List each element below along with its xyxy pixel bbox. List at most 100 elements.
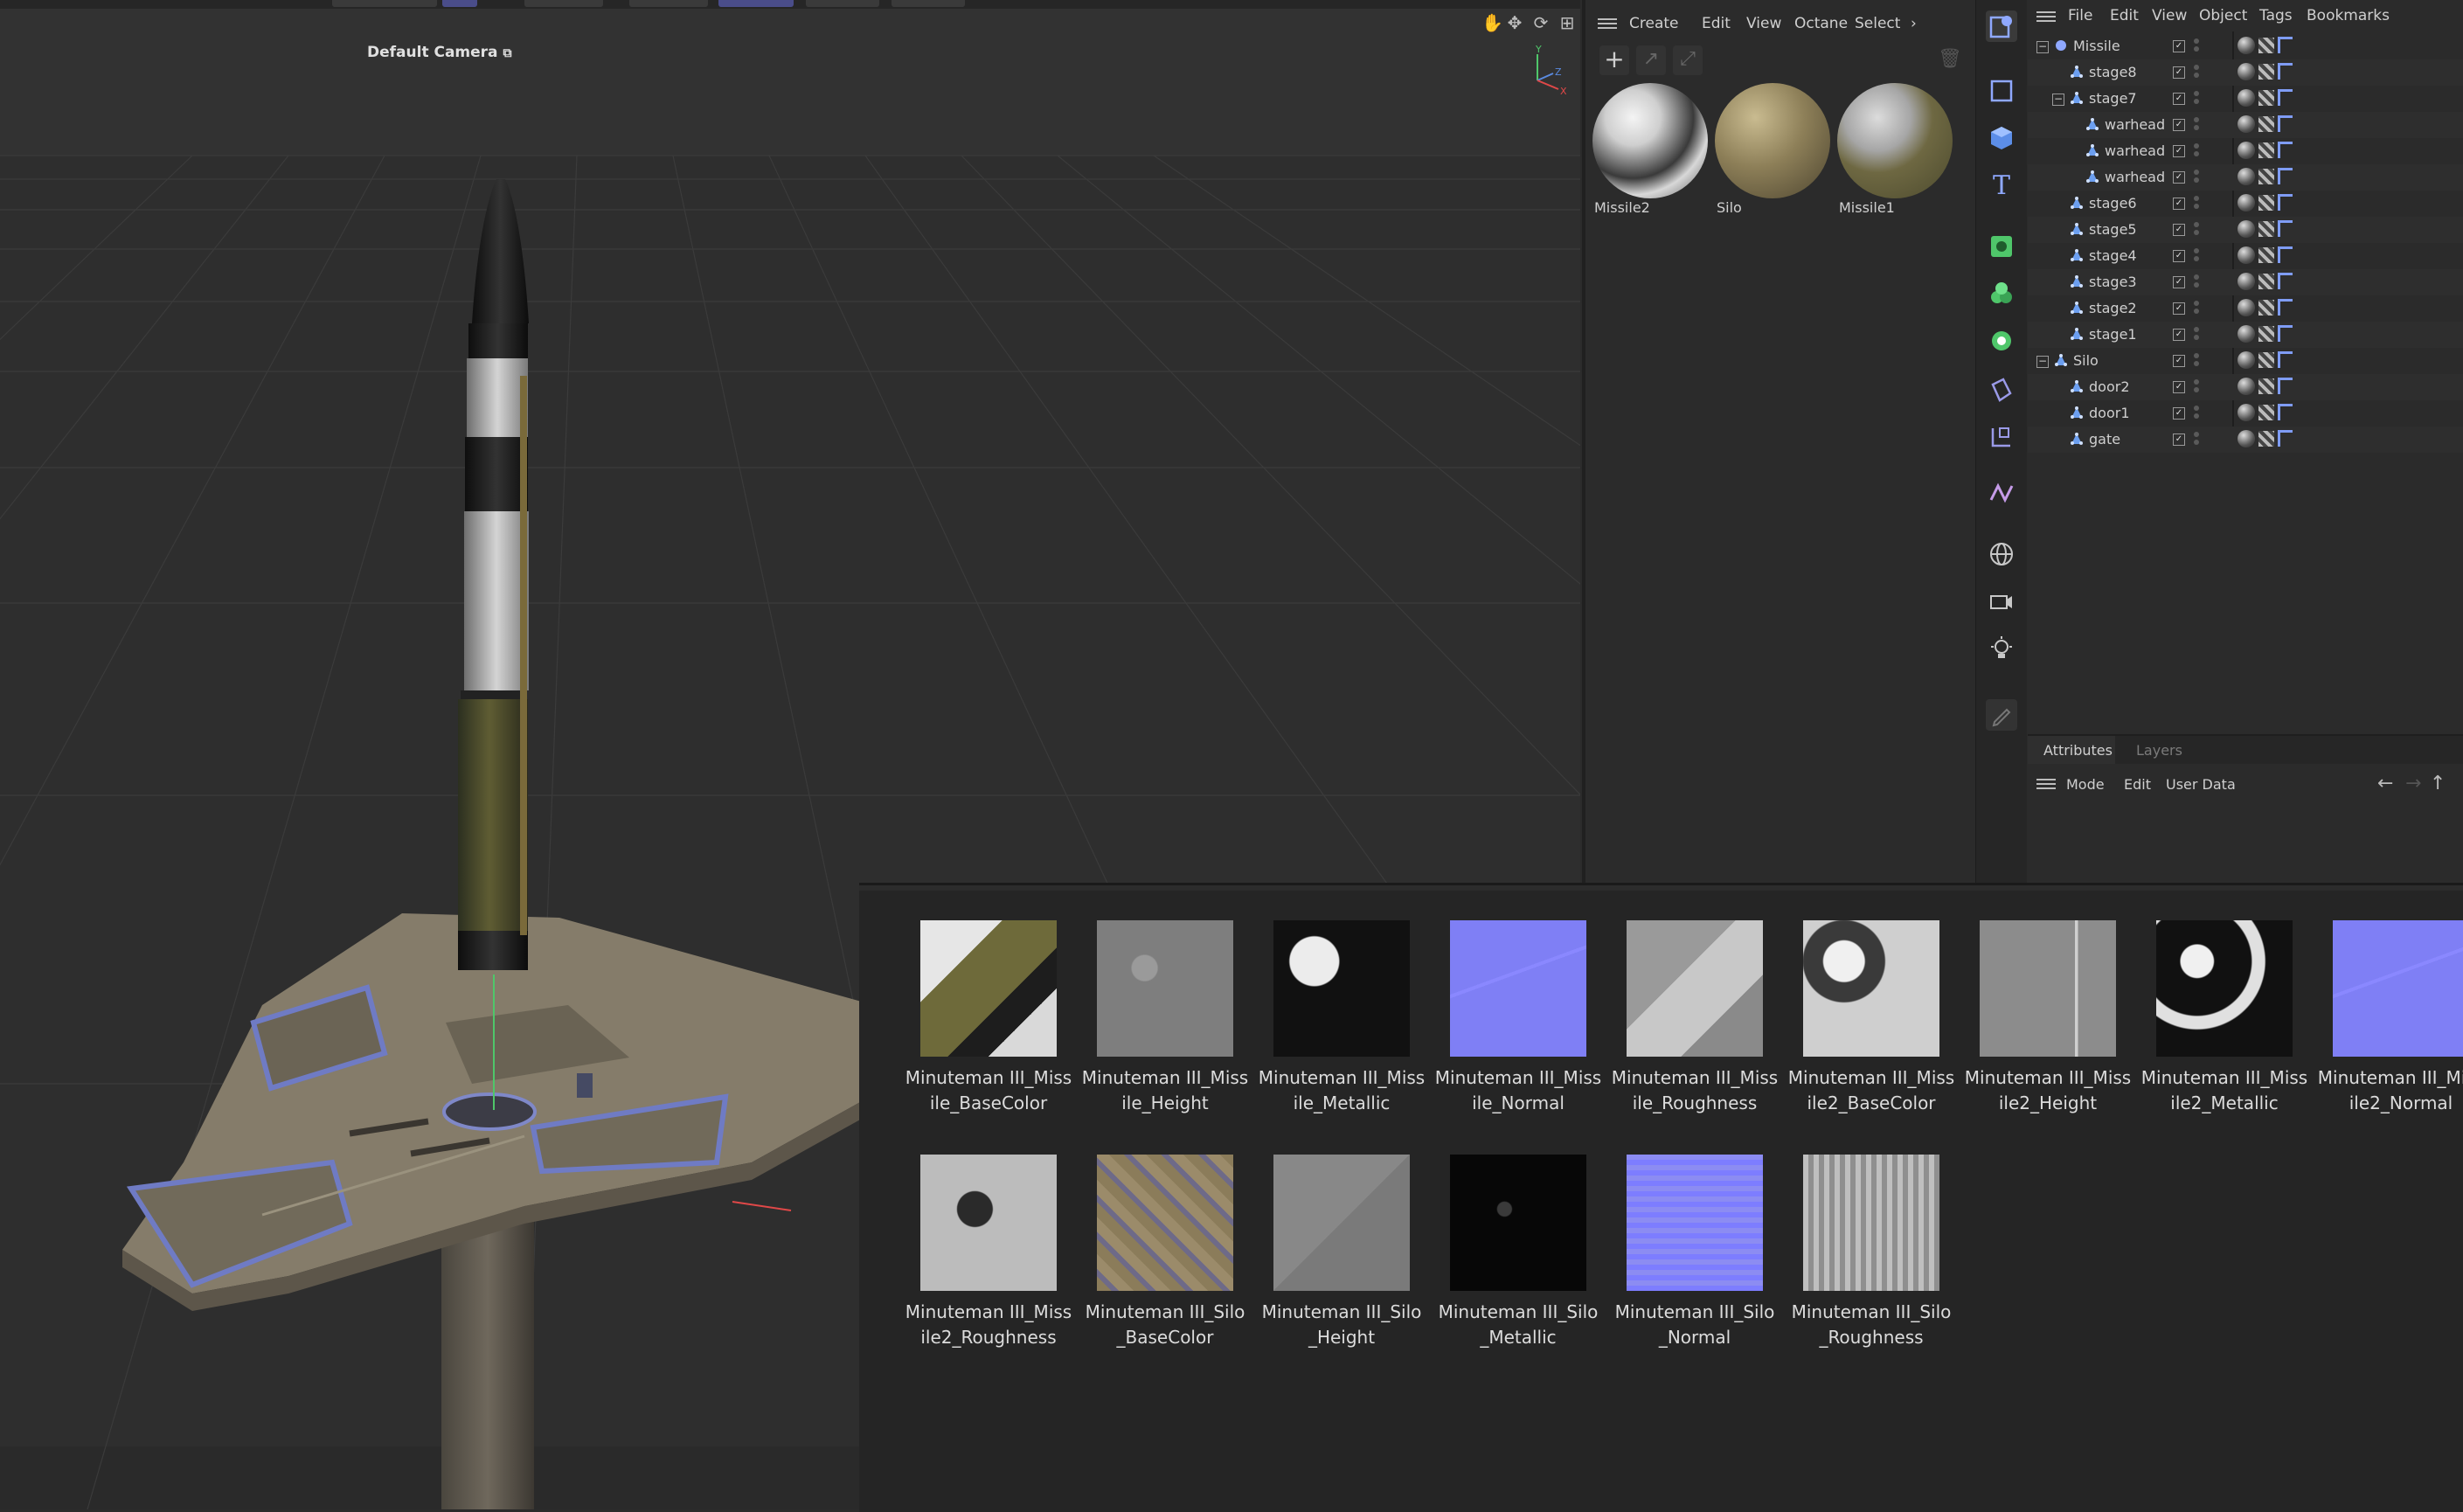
uvw-tag-icon[interactable] [2258, 115, 2274, 132]
material-tag-icon[interactable] [2238, 62, 2255, 80]
visibility-dots-icon[interactable] [2194, 248, 2199, 264]
menu-select[interactable]: Select [1855, 15, 1900, 32]
uvw-tag-icon[interactable] [2258, 299, 2274, 316]
texture-thumbnail[interactable] [2333, 920, 2463, 1057]
phong-tag-icon[interactable] [2278, 115, 2293, 132]
object-row[interactable]: stage3 ✓ [2028, 269, 2463, 295]
toolbar-button-active[interactable] [718, 0, 794, 7]
camera-label[interactable]: Default Camera ⧉ [367, 44, 511, 61]
effector-gear-icon[interactable] [1986, 325, 2017, 357]
layer-check-icon[interactable]: ✓ [2173, 355, 2185, 367]
texture-item[interactable]: Minuteman III_Missile_Metallic [1254, 920, 1429, 1116]
layer-check-icon[interactable]: ✓ [2173, 145, 2185, 157]
material-tag-icon[interactable] [2238, 219, 2255, 238]
menu-bookmarks[interactable]: Bookmarks [2307, 7, 2390, 24]
tag-icons[interactable] [2238, 298, 2300, 319]
texture-item[interactable]: Minuteman III_Silo_Roughness [1784, 1155, 1959, 1350]
texture-thumbnail[interactable] [2156, 920, 2293, 1057]
texture-thumbnail[interactable] [1627, 920, 1763, 1057]
material-tag-icon[interactable] [2238, 403, 2255, 421]
material-tag-icon[interactable] [2238, 36, 2255, 54]
visibility-dots-icon[interactable] [2194, 353, 2199, 369]
trash-icon[interactable]: 🗑 [1935, 45, 1965, 75]
uvw-tag-icon[interactable] [2258, 430, 2274, 447]
forward-arrow-icon[interactable]: → [2405, 773, 2421, 794]
tag-icons[interactable] [2238, 62, 2300, 83]
cloner-icon[interactable] [1986, 278, 2017, 309]
object-row[interactable]: warhead ✓ [2028, 164, 2463, 191]
texture-item[interactable]: Minuteman III_Missile_Roughness [1607, 920, 1782, 1116]
material-tag-icon[interactable] [2238, 429, 2255, 447]
phong-tag-icon[interactable] [2278, 351, 2293, 368]
texture-thumbnail[interactable] [1980, 920, 2116, 1057]
texture-item[interactable]: Minuteman III_Silo_BaseColor [1078, 1155, 1252, 1350]
up-arrow-icon[interactable]: ↑ [2430, 773, 2446, 794]
visibility-dots-icon[interactable] [2194, 143, 2199, 159]
material-preview-missile2[interactable] [1592, 83, 1708, 198]
tag-icons[interactable] [2238, 114, 2300, 135]
tag-icons[interactable] [2238, 272, 2300, 293]
material-tag-icon[interactable] [2238, 114, 2255, 133]
texture-item[interactable]: Minuteman III_Missile2_Metallic [2137, 920, 2312, 1116]
texture-item[interactable]: Minuteman III_Silo_Height [1254, 1155, 1429, 1350]
texture-item[interactable]: Minuteman III_Silo_Normal [1607, 1155, 1782, 1350]
object-row[interactable]: warhead ✓ [2028, 138, 2463, 164]
texture-thumbnail[interactable] [1097, 920, 1233, 1057]
menu-edit[interactable]: Edit [2110, 7, 2139, 24]
uvw-tag-icon[interactable] [2258, 89, 2274, 106]
menu-view[interactable]: View [2152, 7, 2187, 24]
texture-thumbnail[interactable] [1450, 920, 1586, 1057]
apply-material-icon[interactable]: ↗ [1636, 45, 1666, 75]
texture-item[interactable]: Minuteman III_Missile_Normal [1431, 920, 1606, 1116]
environment-icon[interactable] [1986, 538, 2017, 570]
texture-item[interactable]: Minuteman III_Missile2_BaseColor [1784, 920, 1959, 1116]
texture-thumbnail[interactable] [1803, 1155, 1939, 1291]
visibility-dots-icon[interactable] [2194, 196, 2199, 212]
object-row[interactable]: door1 ✓ [2028, 400, 2463, 427]
layer-check-icon[interactable]: ✓ [2173, 302, 2185, 315]
uvw-tag-icon[interactable] [2258, 351, 2274, 368]
menu-tags[interactable]: Tags [2259, 7, 2293, 24]
visibility-dots-icon[interactable] [2194, 432, 2199, 447]
phong-tag-icon[interactable] [2278, 325, 2293, 342]
object-row[interactable]: stage1 ✓ [2028, 322, 2463, 348]
maximize-view-icon[interactable]: ⊞ [1558, 14, 1576, 31]
object-row[interactable]: gate ✓ [2028, 427, 2463, 453]
cube-icon[interactable] [1986, 122, 2017, 154]
phong-tag-icon[interactable] [2278, 37, 2293, 53]
visibility-dots-icon[interactable] [2194, 38, 2199, 54]
fold-toggle-icon[interactable]: − [2052, 94, 2064, 106]
texture-item[interactable]: Minuteman III_Missile_Height [1078, 920, 1252, 1116]
uvw-tag-icon[interactable] [2258, 220, 2274, 237]
texture-thumbnail[interactable] [1273, 1155, 1410, 1291]
uvw-tag-icon[interactable] [2258, 273, 2274, 289]
tag-icons[interactable] [2238, 167, 2300, 188]
tag-icons[interactable] [2238, 193, 2300, 214]
texture-thumbnail[interactable] [1273, 920, 1410, 1057]
text-spline-icon[interactable]: T [1986, 170, 2017, 201]
rotate-view-icon[interactable]: ⟳ [1532, 14, 1550, 31]
phong-tag-icon[interactable] [2278, 194, 2293, 211]
menu-view[interactable]: View [1746, 15, 1781, 32]
menu-file[interactable]: File [2068, 7, 2092, 24]
visibility-dots-icon[interactable] [2194, 327, 2199, 343]
add-material-icon[interactable]: + [1599, 45, 1629, 75]
material-tag-icon[interactable] [2238, 167, 2255, 185]
pan-icon[interactable]: ✋ [1481, 14, 1503, 31]
layer-check-icon[interactable]: ✓ [2173, 250, 2185, 262]
tag-icons[interactable] [2238, 36, 2300, 57]
material-tag-icon[interactable] [2238, 377, 2255, 395]
material-tag-icon[interactable] [2238, 272, 2255, 290]
menu-user-data[interactable]: User Data [2166, 776, 2236, 793]
uvw-tag-icon[interactable] [2258, 246, 2274, 263]
mograph-icon[interactable] [1986, 477, 2017, 509]
phong-tag-icon[interactable] [2278, 378, 2293, 394]
texture-item[interactable]: Minuteman III_Missile_BaseColor [901, 920, 1076, 1116]
texture-item[interactable]: Minuteman III_Silo_Metallic [1431, 1155, 1606, 1350]
tag-icons[interactable] [2238, 141, 2300, 162]
hamburger-menu-icon[interactable] [2036, 776, 2056, 790]
menu-object[interactable]: Object [2199, 7, 2247, 24]
visibility-dots-icon[interactable] [2194, 170, 2199, 185]
material-preview-silo[interactable] [1715, 83, 1830, 198]
texture-thumbnail[interactable] [920, 920, 1057, 1057]
